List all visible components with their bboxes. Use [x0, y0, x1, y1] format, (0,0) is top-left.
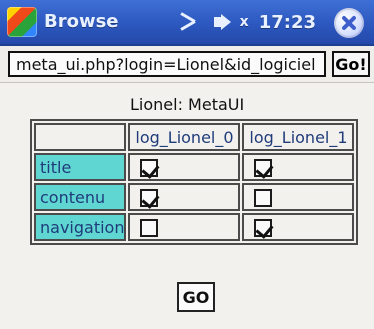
checkbox-contenu-log0[interactable]	[140, 188, 159, 207]
table-corner-cell	[34, 123, 127, 151]
cell-title-log1	[242, 153, 355, 181]
volume-icon[interactable]	[212, 13, 236, 31]
checkbox-title-log0[interactable]	[140, 158, 159, 177]
checkbox-navigation-log1[interactable]	[254, 218, 273, 237]
row-label-title: title	[34, 153, 127, 181]
cell-title-log0	[128, 153, 241, 181]
column-header-1: log_Lionel_1	[242, 123, 355, 151]
checkbox-navigation-log0[interactable]	[140, 218, 159, 237]
volume-muted-indicator: x	[239, 14, 249, 30]
table-title: Lionel: MetaUI	[130, 95, 245, 114]
cell-contenu-log0	[128, 183, 241, 211]
checkbox-contenu-log1[interactable]	[254, 188, 273, 207]
close-icon[interactable]	[334, 8, 364, 38]
submit-go-button[interactable]: GO	[177, 282, 215, 312]
connectivity-icon[interactable]	[178, 14, 202, 30]
cell-contenu-log1	[242, 183, 355, 211]
row-label-contenu: contenu	[34, 183, 127, 211]
window-title: Browse	[44, 11, 119, 32]
column-header-0: log_Lionel_0	[128, 123, 241, 151]
title-bar: Browse x 17:23	[0, 0, 374, 46]
page-content: Lionel: MetaUI log_Lionel_0 log_Lionel_1…	[0, 83, 374, 329]
table-row-contenu: contenu	[34, 183, 355, 211]
options-table: log_Lionel_0 log_Lionel_1 title contenu …	[30, 119, 359, 245]
cell-navigation-log0	[128, 213, 241, 241]
address-bar: meta_ui.php?login=Lionel&id_logiciel Go!	[0, 46, 374, 83]
row-label-navigation: navigation	[34, 213, 127, 241]
table-row-navigation: navigation	[34, 213, 355, 241]
go-button[interactable]: Go!	[332, 51, 370, 77]
checkbox-title-log1[interactable]	[254, 158, 273, 177]
clock[interactable]: 17:23	[259, 12, 316, 33]
url-input[interactable]: meta_ui.php?login=Lionel&id_logiciel	[8, 51, 326, 77]
windows-mobile-start-icon[interactable]	[7, 7, 37, 37]
cell-navigation-log1	[242, 213, 355, 241]
table-header-row: log_Lionel_0 log_Lionel_1	[34, 123, 355, 151]
table-row-title: title	[34, 153, 355, 181]
status-area: x 17:23	[178, 11, 316, 33]
